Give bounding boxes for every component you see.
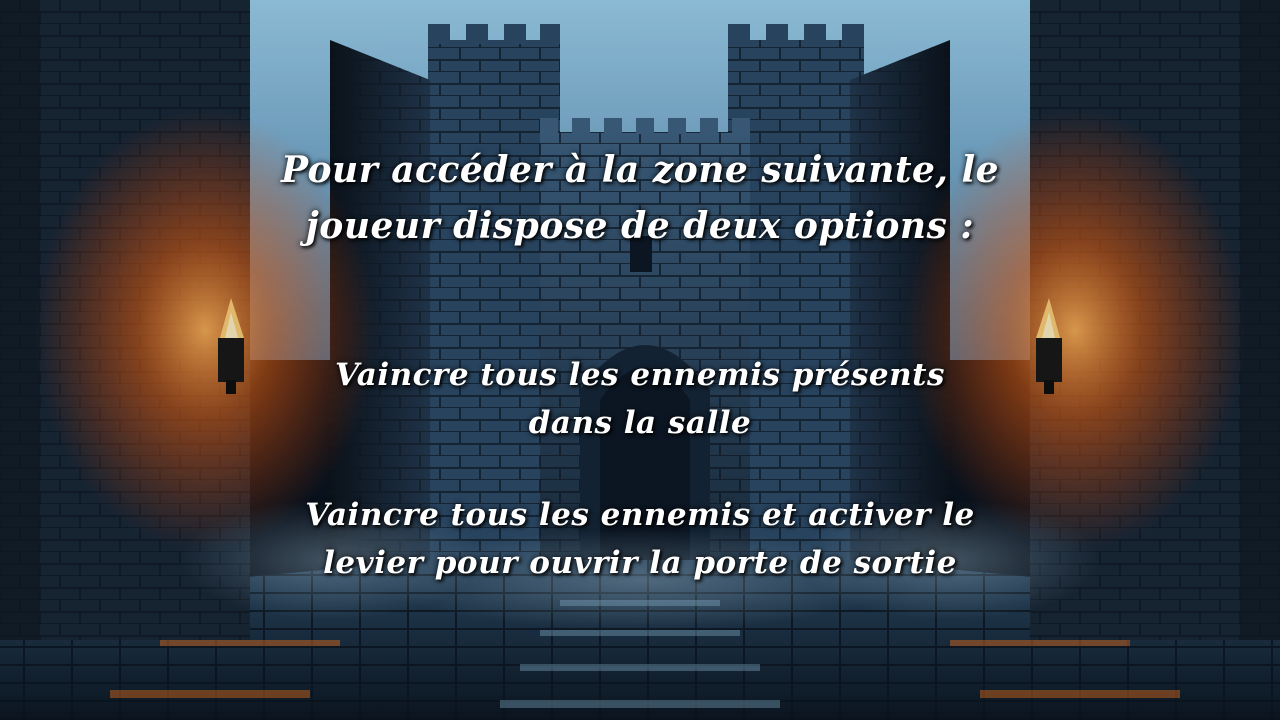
option-2-line-1: Vaincre tous les ennemis et activer le xyxy=(305,497,975,533)
option-defeat-and-lever: Vaincre tous les ennemis et activer le l… xyxy=(240,491,1040,587)
option-1-line-2: dans la salle xyxy=(528,405,752,441)
option-1-line-1: Vaincre tous les ennemis présents xyxy=(335,357,945,393)
option-defeat-enemies: Vaincre tous les ennemis présents dans l… xyxy=(240,351,1040,447)
intro-line-2: joueur dispose de deux options : xyxy=(305,205,975,247)
intro-text: Pour accéder à la zone suivante, le joue… xyxy=(240,142,1040,254)
intro-line-1: Pour accéder à la zone suivante, le xyxy=(280,149,1000,191)
option-2-line-2: levier pour ouvrir la porte de sortie xyxy=(323,545,957,581)
dialog-text: Pour accéder à la zone suivante, le joue… xyxy=(0,0,1280,720)
